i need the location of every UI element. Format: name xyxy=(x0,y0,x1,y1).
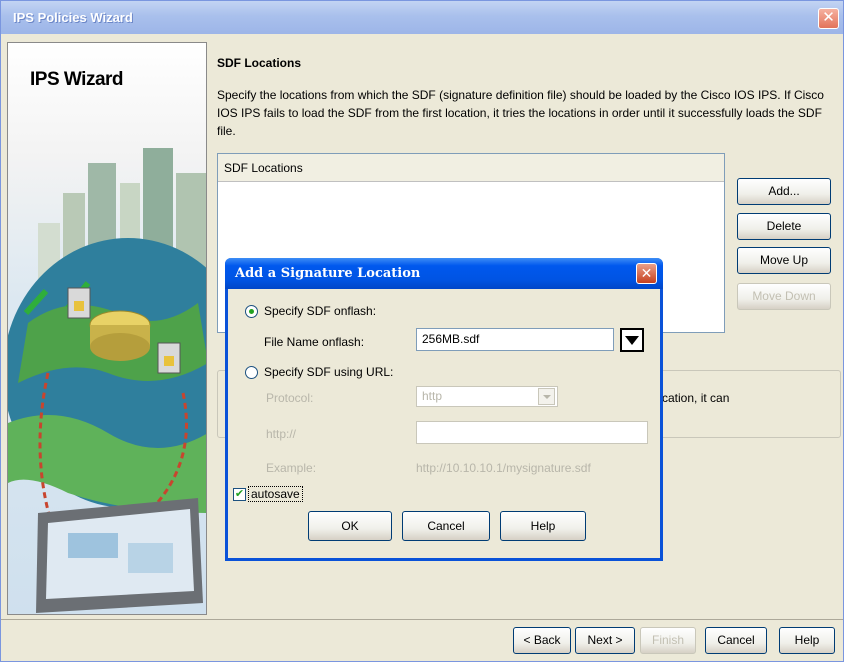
example-value: http://10.10.10.1/mysignature.sdf xyxy=(416,461,591,475)
close-icon: ✕ xyxy=(640,265,653,281)
page-content: SDF Locations Specify the locations from… xyxy=(217,56,837,138)
dialog-close-button[interactable]: ✕ xyxy=(636,263,657,284)
bottom-separator xyxy=(1,619,843,620)
dialog-help-button[interactable]: Help xyxy=(500,511,586,541)
finish-button[interactable]: Finish xyxy=(640,627,696,654)
network-illustration xyxy=(8,148,206,613)
checkmark-icon: ✔ xyxy=(234,488,245,500)
url-label: http:// xyxy=(266,427,297,441)
chevron-down-icon[interactable] xyxy=(538,388,555,405)
window-title: IPS Policies Wizard xyxy=(13,10,133,25)
move-up-button[interactable]: Move Up xyxy=(737,247,831,274)
file-name-input[interactable]: 256MB.sdf xyxy=(416,328,614,351)
screen-content xyxy=(128,543,173,573)
protocol-select[interactable]: http xyxy=(416,386,558,407)
dialog-cancel-button[interactable]: Cancel xyxy=(402,511,490,541)
screen-content xyxy=(68,533,118,558)
move-down-button[interactable]: Move Down xyxy=(737,283,831,310)
add-button[interactable]: Add... xyxy=(737,178,831,205)
next-button[interactable]: Next > xyxy=(575,627,635,654)
add-signature-location-dialog: Add a Signature Location ✕ Specify SDF o… xyxy=(225,258,663,561)
example-label: Example: xyxy=(266,461,317,475)
url-option-label: Specify SDF using URL: xyxy=(264,365,394,379)
ok-button[interactable]: OK xyxy=(308,511,392,541)
dialog-titlebar: Add a Signature Location ✕ xyxy=(225,258,663,289)
back-button[interactable]: < Back xyxy=(513,627,571,654)
url-radio[interactable] xyxy=(245,366,258,379)
list-column-header: SDF Locations xyxy=(218,154,724,182)
protocol-label: Protocol: xyxy=(266,391,314,405)
file-browse-dropdown-button[interactable] xyxy=(620,328,644,352)
lock-icon xyxy=(74,301,84,311)
section-description: Specify the locations from which the SDF… xyxy=(217,88,824,138)
lock-icon xyxy=(164,356,174,366)
info-partial-text: cation, it can xyxy=(662,391,730,405)
help-button[interactable]: Help xyxy=(779,627,835,654)
delete-button[interactable]: Delete xyxy=(737,213,831,240)
dialog-title: Add a Signature Location xyxy=(235,266,421,281)
url-input[interactable] xyxy=(416,421,648,444)
window-close-button[interactable]: ✕ xyxy=(818,8,839,29)
router xyxy=(90,333,150,361)
autosave-label: autosave xyxy=(248,486,303,502)
cancel-button[interactable]: Cancel xyxy=(705,627,767,654)
close-icon: ✕ xyxy=(822,9,835,26)
wizard-side-panel: IPS Wizard xyxy=(7,42,207,615)
wizard-title: IPS Wizard xyxy=(30,69,124,90)
window-titlebar: IPS Policies Wizard ✕ xyxy=(1,1,843,34)
onflash-label: Specify SDF onflash: xyxy=(264,304,377,318)
autosave-checkbox[interactable]: ✔ xyxy=(233,488,246,501)
onflash-radio[interactable] xyxy=(245,305,258,318)
section-title: SDF Locations xyxy=(217,56,302,70)
file-name-label: File Name onflash: xyxy=(264,335,365,349)
